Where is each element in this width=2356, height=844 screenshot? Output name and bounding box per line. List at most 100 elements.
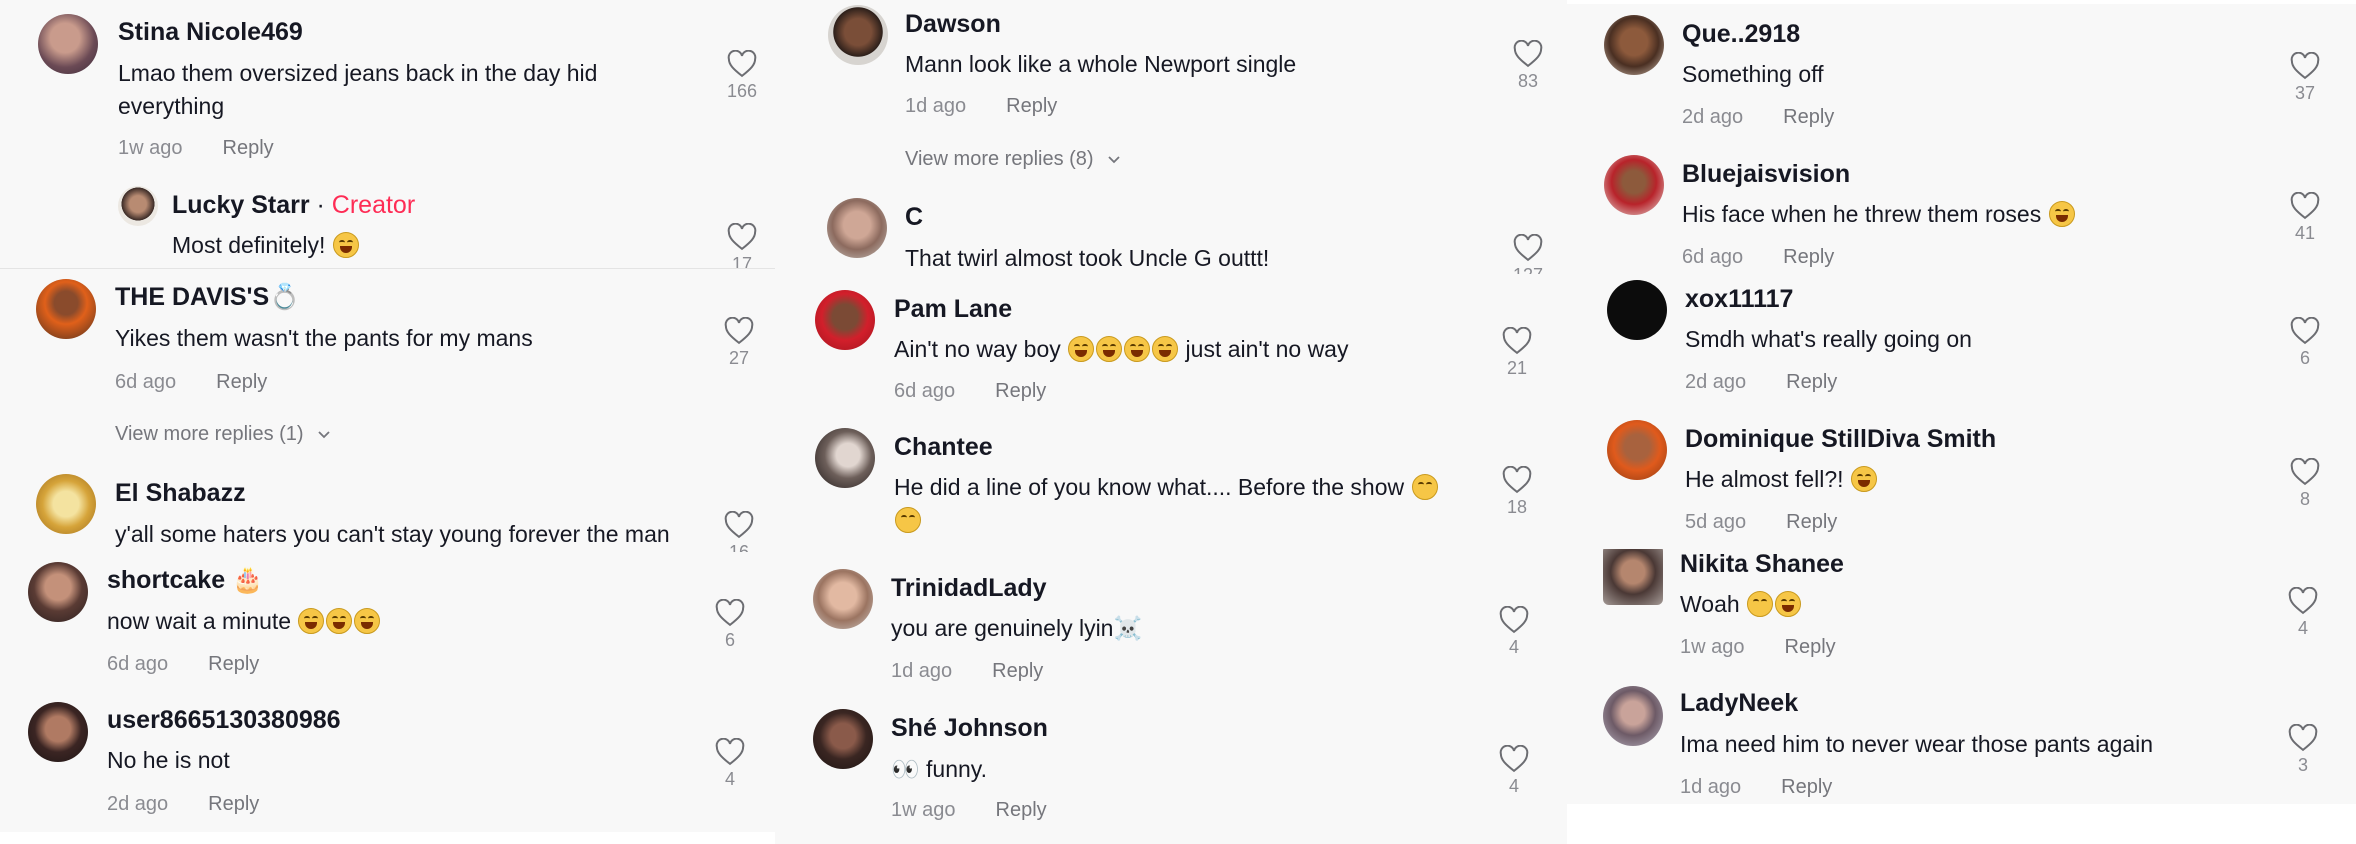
view-more-replies-button[interactable]: View more replies (8) <box>905 147 1121 171</box>
like-button[interactable]: 4 <box>1494 606 1534 658</box>
reply-button[interactable]: Reply <box>216 371 267 393</box>
like-button[interactable]: 8 <box>2285 458 2325 510</box>
username[interactable]: user8665130380986 <box>107 705 341 735</box>
like-button[interactable]: 21 <box>1497 327 1537 379</box>
like-button[interactable]: 4 <box>2283 587 2323 639</box>
comment-text: He did a line of you know what.... Befor… <box>894 471 1484 537</box>
comments-panel-3: Que..2918 Something off 2d ago Reply 37 B… <box>1567 4 2356 804</box>
comment-item: Nikita Shanee Woah 1w ago Reply 4 <box>1567 549 2356 686</box>
flushed-emoji-icon <box>895 507 921 533</box>
reply-button[interactable]: Reply <box>1786 511 1837 533</box>
heart-outline-icon <box>2288 587 2318 615</box>
reply-button[interactable]: Reply <box>996 799 1047 821</box>
username[interactable]: Dominique StillDiva Smith <box>1685 424 1996 454</box>
like-button[interactable]: 3 <box>2283 724 2323 776</box>
like-count: 21 <box>1506 358 1528 378</box>
avatar[interactable] <box>827 198 887 258</box>
avatar[interactable] <box>38 14 98 74</box>
comment-meta: 2d ago Reply <box>1682 105 1834 129</box>
like-button[interactable]: 4 <box>1494 745 1534 797</box>
like-count: 83 <box>1517 71 1539 91</box>
reply-button[interactable]: Reply <box>1783 106 1834 128</box>
avatar[interactable] <box>815 428 875 488</box>
reply-button[interactable]: Reply <box>1786 371 1837 393</box>
like-button[interactable]: 18 <box>1497 466 1537 518</box>
view-more-replies-button[interactable]: View more replies (1) <box>115 422 331 446</box>
like-count: 6 <box>2299 348 2310 368</box>
comment-item: user8665130380986 No he is not 2d ago Rep… <box>0 692 790 832</box>
like-button[interactable]: 83 <box>1508 40 1548 92</box>
reply-button[interactable]: Reply <box>1785 636 1836 658</box>
avatar[interactable] <box>36 474 96 534</box>
reply-button[interactable]: Reply <box>208 653 259 675</box>
timestamp: 2d ago <box>1682 106 1744 128</box>
avatar[interactable] <box>1607 280 1667 340</box>
reply-button[interactable]: Reply <box>1783 246 1834 268</box>
like-button[interactable]: 17 <box>722 223 762 268</box>
username[interactable]: Dawson <box>905 9 1001 39</box>
like-count: 18 <box>1506 497 1528 517</box>
like-button[interactable]: 41 <box>2285 192 2325 244</box>
reply-button[interactable]: Reply <box>992 660 1043 682</box>
avatar[interactable] <box>1603 686 1663 746</box>
like-button[interactable]: 166 <box>722 50 762 102</box>
avatar[interactable] <box>28 562 88 622</box>
heart-outline-icon <box>1513 40 1543 68</box>
like-button[interactable]: 16 <box>719 511 759 552</box>
like-count: 17 <box>731 254 753 268</box>
like-button[interactable]: 37 <box>2285 52 2325 104</box>
like-button[interactable]: 6 <box>2285 317 2325 369</box>
avatar[interactable] <box>813 569 873 629</box>
username[interactable]: shortcake 🎂 <box>107 565 263 595</box>
username[interactable]: Pam Lane <box>894 294 1012 324</box>
avatar[interactable] <box>815 290 875 350</box>
avatar[interactable] <box>1607 420 1667 480</box>
avatar[interactable] <box>28 702 88 762</box>
like-button[interactable]: 4 <box>710 738 750 790</box>
comment-text: No he is not <box>107 747 230 773</box>
timestamp: 1w ago <box>118 137 183 159</box>
like-button[interactable]: 6 <box>710 599 750 651</box>
username[interactable]: Shé Johnson <box>891 713 1048 743</box>
heart-outline-icon <box>1499 606 1529 634</box>
like-button[interactable]: 27 <box>719 317 759 369</box>
username[interactable]: Que..2918 <box>1682 19 1800 49</box>
avatar[interactable] <box>1604 15 1664 75</box>
flushed-emoji-icon <box>1411 474 1438 500</box>
username[interactable]: LadyNeek <box>1680 688 1798 718</box>
like-button[interactable]: 127 <box>1508 234 1548 274</box>
comment-item: xox11117 Smdh what's really going on 2d … <box>1567 279 2356 414</box>
reply-button[interactable]: Reply <box>1006 95 1057 117</box>
avatar[interactable] <box>1603 549 1663 605</box>
reply-button[interactable]: Reply <box>995 380 1046 402</box>
username[interactable]: Nikita Shanee <box>1680 549 1844 579</box>
avatar[interactable] <box>828 5 888 65</box>
like-count: 4 <box>1508 776 1519 796</box>
username[interactable]: Lucky Starr · Creator <box>172 190 415 220</box>
avatar[interactable] <box>118 186 158 226</box>
comment-item: C That twirl almost took Uncle G outtt! … <box>775 190 1567 274</box>
reply-button[interactable]: Reply <box>1781 776 1832 798</box>
avatar[interactable] <box>813 709 873 769</box>
avatar[interactable] <box>36 279 96 339</box>
reply-button[interactable]: Reply <box>208 793 259 815</box>
like-count: 166 <box>726 81 758 101</box>
reply-button[interactable]: Reply <box>223 137 274 159</box>
username[interactable]: TrinidadLady <box>891 573 1047 603</box>
username[interactable]: Stina Nicole469 <box>118 17 303 47</box>
username[interactable]: xox11117 <box>1685 284 1793 314</box>
username[interactable]: C <box>905 202 923 232</box>
heart-outline-icon <box>715 599 745 627</box>
username[interactable]: THE DAVIS'S💍 <box>115 282 300 312</box>
like-count: 3 <box>2297 755 2308 775</box>
username[interactable]: El Shabazz <box>115 478 246 508</box>
avatar[interactable] <box>1604 155 1664 215</box>
flushed-emoji-icon <box>1747 591 1774 617</box>
username[interactable]: Bluejaisvision <box>1682 159 1850 189</box>
laughing-emoji-icon <box>1124 336 1151 362</box>
username[interactable]: Chantee <box>894 432 993 462</box>
comment-text: Ima need him to never wear those pants a… <box>1680 731 2154 757</box>
comment-text: you are genuinely lyin☠️ <box>891 615 1143 641</box>
timestamp: 6d ago <box>1682 246 1744 268</box>
heart-outline-icon <box>724 317 754 345</box>
